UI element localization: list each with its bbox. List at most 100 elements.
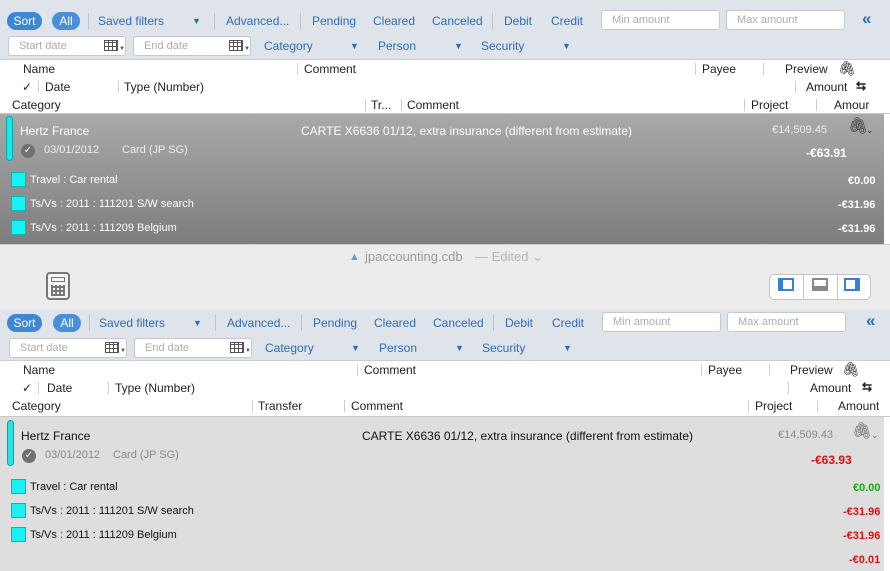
layout-right-icon[interactable] [844,278,860,291]
col-payee[interactable]: Payee [702,62,736,76]
chevron-down-icon[interactable]: ⌄ [866,123,874,137]
credit-filter[interactable]: Credit [551,12,583,30]
layout-bottom-icon[interactable] [812,278,828,291]
chevron-down-icon[interactable]: ▼ [563,343,572,353]
credit-filter[interactable]: Credit [552,314,584,332]
col-date[interactable]: Date [45,80,70,94]
sort-button[interactable]: Sort [7,12,42,30]
col-split-comment[interactable]: Comment [351,399,403,413]
calendar-icon[interactable] [229,40,243,51]
paperclip-icon[interactable]: 🖇 [842,362,860,376]
chevron-down-icon[interactable]: ▼ [193,318,202,328]
col-transfer[interactable]: Transfer [258,399,302,413]
cleared-filter[interactable]: Cleared [373,12,415,30]
category-filter[interactable]: Category [265,339,314,357]
collapse-filters-icon[interactable]: « [866,312,875,330]
col-check[interactable]: ✓ [22,381,32,395]
calendar-icon[interactable] [230,342,244,353]
person-filter[interactable]: Person [378,37,416,55]
sort-button[interactable]: Sort [7,314,42,332]
check-circle-icon[interactable]: ✓ [21,144,35,158]
separator [89,315,90,331]
separator [701,364,702,376]
swap-icon[interactable]: ⇆ [856,79,866,93]
category-filter[interactable]: Category [264,37,313,55]
chevron-down-icon[interactable]: ▼ [455,343,464,353]
calendar-icon[interactable] [104,40,118,51]
col-comment[interactable]: Comment [364,363,416,377]
col-amount[interactable]: Amount [810,381,851,395]
separator [492,13,493,29]
col-payee[interactable]: Payee [708,363,742,377]
transaction-row-selected[interactable]: Hertz France CARTE X6636 01/12, extra in… [0,114,884,244]
max-amount-input[interactable]: Max amount [727,312,846,332]
person-filter[interactable]: Person [379,339,417,357]
all-button[interactable]: All [52,12,80,30]
separator [88,13,89,29]
chevron-down-icon[interactable]: ▼ [562,41,571,51]
canceled-filter[interactable]: Canceled [432,12,483,30]
col-category[interactable]: Category [12,98,61,112]
col-comment[interactable]: Comment [304,62,356,76]
col-amount[interactable]: Amount [806,80,847,94]
calculator-icon[interactable] [46,272,70,300]
swap-icon[interactable]: ⇆ [862,380,872,394]
layout-left-icon[interactable] [778,278,794,291]
col-amount-split[interactable]: Amour [834,98,869,112]
col-project[interactable]: Project [751,98,788,112]
all-button[interactable]: All [53,314,81,332]
split-amount: €0.00 [848,175,876,187]
col-type-number[interactable]: Type (Number) [124,80,204,94]
separator [118,81,119,93]
cleared-filter[interactable]: Cleared [374,314,416,332]
min-amount-input[interactable]: Min amount [602,312,721,332]
col-name[interactable]: Name [23,363,55,377]
col-category[interactable]: Category [12,399,61,413]
transaction-row[interactable]: Hertz France CARTE X6636 01/12, extra in… [0,417,884,571]
col-transfer[interactable]: Tr... [371,98,391,112]
type-label: Card (JP SG) [122,144,188,156]
min-amount-input[interactable]: Min amount [601,10,720,30]
security-filter[interactable]: Security [481,37,524,55]
window-title-bar: ▲ jpaccounting.cdb — Edited ⌄ [0,245,890,310]
debit-filter[interactable]: Debit [505,314,533,332]
chevron-down-icon: ▼ [244,46,250,52]
advanced-button[interactable]: Advanced... [226,12,289,30]
pending-filter[interactable]: Pending [312,12,356,30]
chevron-down-icon[interactable]: ▼ [192,16,201,26]
col-check[interactable]: ✓ [22,80,32,94]
max-amount-input[interactable]: Max amount [726,10,845,30]
col-project[interactable]: Project [755,399,792,413]
chevron-down-icon[interactable]: ⌄ [871,428,879,442]
col-name[interactable]: Name [23,62,55,76]
separator [38,382,39,394]
separator [300,13,301,29]
canceled-filter[interactable]: Canceled [433,314,484,332]
separator [695,63,696,75]
chevron-down-icon[interactable]: ▼ [351,343,360,353]
security-filter[interactable]: Security [482,339,525,357]
pending-filter[interactable]: Pending [313,314,357,332]
col-date[interactable]: Date [47,381,72,395]
debit-filter[interactable]: Debit [504,12,532,30]
col-preview[interactable]: Preview [790,363,833,377]
saved-filters-button[interactable]: Saved filters [99,314,165,332]
paperclip-icon[interactable]: 🖇 [852,424,872,440]
calendar-icon[interactable] [105,342,119,353]
edited-status[interactable]: — Edited ⌄ [475,250,543,264]
collapse-filters-icon[interactable]: « [862,10,871,28]
separator [297,63,298,75]
paperclip-icon[interactable]: 🖇 [838,61,856,75]
col-amount-split[interactable]: Amount [838,399,879,413]
saved-filters-button[interactable]: Saved filters [98,12,164,30]
split-category: Ts/Vs : 2011 : 111209 Belgium [30,529,177,541]
check-circle-icon[interactable]: ✓ [22,449,36,463]
col-split-comment[interactable]: Comment [407,98,459,112]
separator [493,315,494,331]
col-type-number[interactable]: Type (Number) [115,381,195,395]
chevron-down-icon[interactable]: ▼ [454,41,463,51]
advanced-button[interactable]: Advanced... [227,314,290,332]
chevron-down-icon[interactable]: ▼ [350,41,359,51]
date-label: 03/01/2012 [45,449,101,461]
col-preview[interactable]: Preview [785,62,828,76]
